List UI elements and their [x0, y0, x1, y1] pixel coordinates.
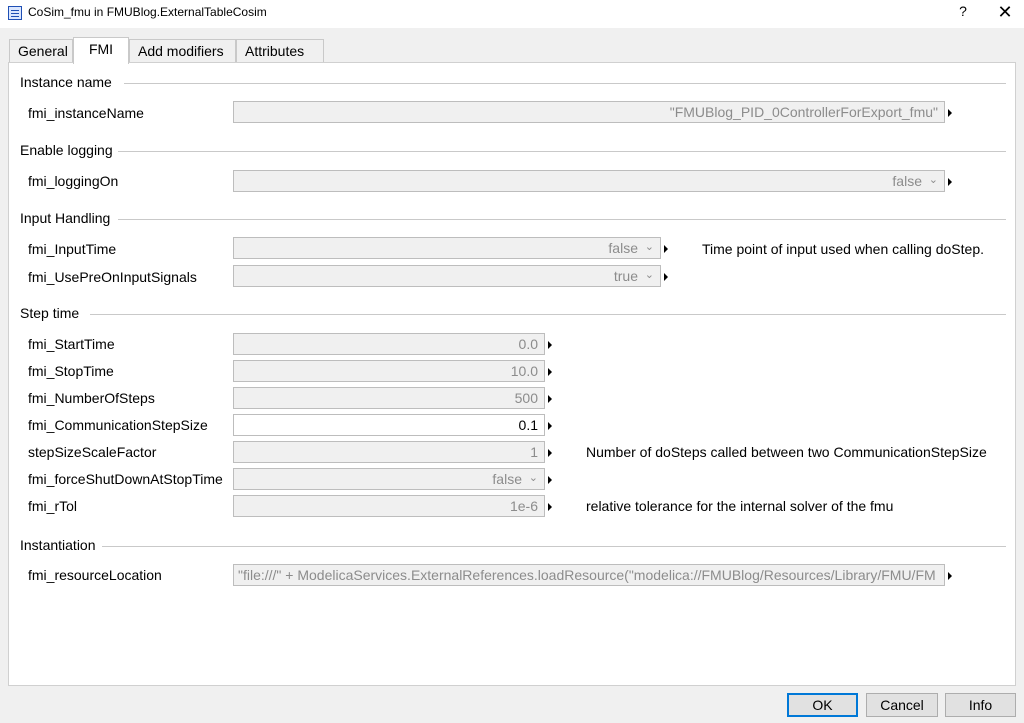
section-input-handling: Input Handling — [20, 210, 1006, 228]
section-title: Input Handling — [20, 210, 115, 226]
section-title: Instance name — [20, 74, 116, 90]
select-value: false — [892, 173, 922, 189]
chevron-down-icon: ⌄ — [528, 472, 538, 484]
param-description: Time point of input used when calling do… — [702, 241, 984, 257]
triangle-right-icon[interactable] — [664, 245, 668, 253]
section-instantiation: Instantiation — [20, 537, 1006, 555]
triangle-right-icon[interactable] — [948, 572, 952, 580]
section-instance-name: Instance name — [20, 74, 1006, 92]
help-button[interactable]: ? — [954, 3, 972, 23]
tab-add-modifiers[interactable]: Add modifiers — [129, 39, 236, 63]
section-divider — [118, 219, 1006, 220]
section-title: Instantiation — [20, 537, 100, 553]
param-label: fmi_StopTime — [28, 363, 114, 379]
use-pre-select[interactable]: true ⌄ — [233, 265, 661, 287]
tab-fmi[interactable]: FMI — [73, 37, 129, 64]
param-label: fmi_UsePreOnInputSignals — [28, 269, 197, 285]
triangle-right-icon[interactable] — [548, 422, 552, 430]
triangle-right-icon[interactable] — [548, 503, 552, 511]
param-label: fmi_CommunicationStepSize — [28, 417, 208, 433]
instance-name-field[interactable]: "FMUBlog_PID_0ControllerForExport_fmu" — [233, 101, 945, 123]
ok-button[interactable]: OK — [787, 693, 858, 717]
triangle-right-icon[interactable] — [548, 449, 552, 457]
tab-general[interactable]: General — [9, 39, 73, 63]
param-label: fmi_InputTime — [28, 241, 117, 257]
app-window-icon — [8, 6, 22, 20]
section-step-time: Step time — [20, 305, 1006, 323]
close-button[interactable]: ✕ — [994, 2, 1016, 24]
triangle-right-icon[interactable] — [548, 395, 552, 403]
param-description: Number of doSteps called between two Com… — [586, 444, 987, 460]
cancel-button[interactable]: Cancel — [866, 693, 938, 717]
param-label: fmi_loggingOn — [28, 173, 119, 189]
number-of-steps-field[interactable]: 500 — [233, 387, 545, 409]
resource-location-field[interactable]: "file:///" + ModelicaServices.ExternalRe… — [233, 564, 945, 586]
input-time-select[interactable]: false ⌄ — [233, 237, 661, 259]
select-value: true — [613, 268, 638, 284]
param-label: fmi_StartTime — [28, 336, 115, 352]
section-enable-logging: Enable logging — [20, 142, 1006, 160]
param-label: stepSizeScaleFactor — [28, 444, 157, 460]
section-divider — [90, 314, 1006, 315]
stop-time-field[interactable]: 10.0 — [233, 360, 545, 382]
force-shutdown-select[interactable]: false ⌄ — [233, 468, 545, 490]
title-bar: CoSim_fmu in FMUBlog.ExternalTableCosim … — [0, 0, 1024, 28]
logging-on-select[interactable]: false ⌄ — [233, 170, 945, 192]
triangle-right-icon[interactable] — [948, 109, 952, 117]
chevron-down-icon: ⌄ — [928, 174, 938, 186]
triangle-right-icon[interactable] — [948, 178, 952, 186]
triangle-right-icon[interactable] — [548, 341, 552, 349]
triangle-right-icon[interactable] — [548, 368, 552, 376]
param-label: fmi_instanceName — [28, 105, 144, 121]
fmi-panel: Instance name fmi_instanceName "FMUBlog_… — [8, 62, 1016, 686]
chevron-down-icon: ⌄ — [644, 269, 654, 281]
section-divider — [118, 151, 1006, 152]
chevron-down-icon: ⌄ — [644, 241, 654, 253]
param-label: fmi_rTol — [28, 498, 78, 514]
section-divider — [102, 546, 1006, 547]
window-title: CoSim_fmu in FMUBlog.ExternalTableCosim — [28, 5, 267, 19]
param-label: fmi_NumberOfSteps — [28, 390, 155, 406]
section-title: Step time — [20, 305, 84, 321]
rtol-field[interactable]: 1e-6 — [233, 495, 545, 517]
start-time-field[interactable]: 0.0 — [233, 333, 545, 355]
select-value: false — [608, 240, 638, 256]
step-size-scale-field[interactable]: 1 — [233, 441, 545, 463]
param-label: fmi_forceShutDownAtStopTime — [28, 471, 223, 487]
section-divider — [124, 83, 1006, 84]
param-label: fmi_resourceLocation — [28, 567, 162, 583]
param-description: relative tolerance for the internal solv… — [586, 498, 894, 514]
triangle-right-icon[interactable] — [664, 273, 668, 281]
triangle-right-icon[interactable] — [548, 476, 552, 484]
section-title: Enable logging — [20, 142, 117, 158]
info-button[interactable]: Info — [945, 693, 1016, 717]
communication-step-size-field[interactable]: 0.1 — [233, 414, 545, 436]
tab-attributes[interactable]: Attributes — [236, 39, 324, 63]
select-value: false — [492, 471, 522, 487]
